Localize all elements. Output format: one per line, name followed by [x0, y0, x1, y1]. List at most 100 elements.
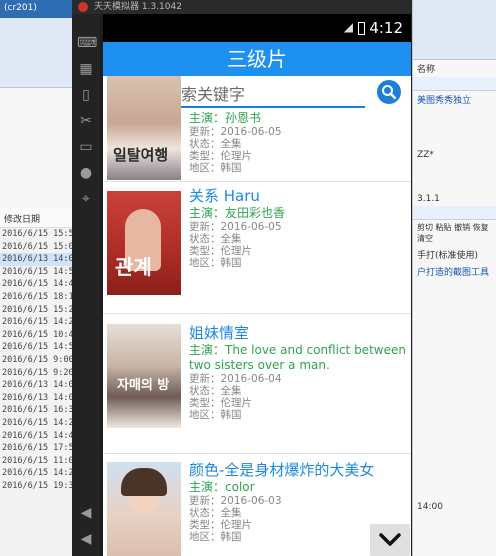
emulator-titlebar: 天天模拟器 1.3.1042 [72, 0, 412, 14]
movie-state: 状态：全集 [189, 385, 242, 397]
background-label: 3.1.1 [417, 194, 440, 204]
date-row: 2016/6/15 15:52 [2, 229, 74, 239]
poster-detail: 자매의 방 [117, 378, 170, 393]
rotate-icon[interactable]: ▯ [77, 86, 95, 104]
movie-title: 颜色-全是身材爆炸的大美女 [189, 461, 375, 479]
location-icon[interactable]: ⌖ [77, 190, 95, 208]
emulator-sidebar: ⌨ ▦ ▯ ✂ ▭ ● ⌖ ◀ ◀ [72, 14, 100, 556]
movie-type: 类型：伦理片 [189, 150, 252, 162]
movie-type: 类型：伦理片 [189, 397, 252, 409]
emulator-logo-icon [78, 2, 88, 12]
date-row: 2016/6/15 9:00 [2, 354, 74, 365]
movie-star-text: 友田彩也香 [225, 206, 286, 220]
date-row: 2016/6/15 19:34 [2, 480, 74, 491]
date-row: 2016/6/15 16:37 [2, 405, 74, 416]
background-window-titlebar: (cr201) [0, 0, 73, 18]
battery-icon [358, 22, 365, 35]
scroll-down-button[interactable] [370, 524, 410, 556]
date-list: 2016/6/15 15:52 2016/6/15 15:02 2016/6/1… [0, 228, 73, 492]
movie-updated: 更新：2016-06-05 [189, 221, 282, 233]
status-bar: ◢ 4:12 [103, 14, 411, 42]
movie-state: 状态：全集 [189, 138, 242, 150]
background-label: 剪切 粘贴 撤销 恢复 清空 [417, 223, 489, 243]
date-row: 2016/6/13 14:00 [0, 253, 74, 266]
movie-star: 主演：The love and conflict between two sis… [183, 343, 407, 373]
background-label: 名称 [417, 65, 436, 75]
movie-region: 地区：韩国 [189, 409, 242, 421]
date-column-header: 修改日期 [0, 208, 73, 228]
movie-info: 关系 Haru 主演：友田彩也香 更新：2016-06-05 状态：全集 类型：… [189, 186, 407, 269]
background-editor-toolbar [413, 0, 496, 60]
date-row: 2016/6/15 14:27 [2, 468, 74, 479]
keymap-icon[interactable]: ▦ [77, 60, 95, 78]
movie-updated: 更新：2016-06-03 [189, 495, 282, 507]
chevron-down-icon [379, 533, 401, 546]
date-row: 2016/6/15 15:28 [2, 304, 74, 315]
movie-star-text: 主演： [189, 111, 226, 125]
background-label: 14:00 [417, 502, 443, 512]
search-button[interactable] [377, 80, 401, 104]
date-row: 2016/6/15 10:45 [2, 329, 74, 340]
date-row: 2016/6/15 9:20 [2, 367, 74, 378]
date-row: 2016/6/15 14:40 [2, 430, 74, 441]
folder-icon[interactable]: ▭ [77, 138, 95, 156]
background-editor-window: 名称 美图秀秀独立 ZZ* 3.1.1 剪切 粘贴 撤销 恢复 清空 手打(标准… [412, 0, 496, 556]
date-row: 2016/6/15 14:52 [2, 266, 74, 277]
date-row: 2016/6/15 14:23 [2, 317, 74, 328]
background-label: 户打造的截图工具 [417, 268, 490, 278]
date-row: 2016/6/13 14:00 [2, 392, 74, 403]
keyboard-icon[interactable]: ⌨ [77, 34, 97, 52]
movie-star-text: 主演： [189, 480, 226, 494]
poster-detail: 관계 [115, 255, 152, 279]
movie-poster [107, 462, 181, 556]
movie-star-text: color [225, 480, 255, 494]
phone-screen: ◢ 4:12 三级片 일탈여행 主演：孙恩书 更新：2016-06-05 状态：… [103, 14, 411, 556]
status-time: 4:12 [369, 19, 403, 37]
movie-updated: 更新：2016-06-04 [189, 373, 282, 385]
background-label: 手打(标准使用) [417, 251, 479, 261]
search-icon [382, 85, 397, 100]
movie-state: 状态：全集 [189, 507, 242, 519]
movie-item[interactable]: 일탈여행 主演：孙恩书 更新：2016-06-05 状态：全集 类型：伦理片 地… [103, 76, 411, 182]
movie-item[interactable]: 자매의 방 姐妹情室 主演：The love and conflict betw… [103, 314, 411, 454]
date-row: 2016/6/15 14:53 [2, 342, 74, 353]
date-row: 2016/6/15 17:51 [2, 443, 74, 454]
movie-poster: 관계 [107, 191, 181, 295]
movie-updated: 更新：2016-06-05 [189, 126, 282, 138]
movie-type: 类型：伦理片 [189, 245, 252, 257]
movie-title: 姐妹情室 [189, 324, 250, 342]
date-row: 2016/6/15 18:13 [2, 291, 74, 302]
movie-star-text: 孙恩书 [225, 111, 262, 125]
movie-poster: 일탈여행 [107, 76, 181, 180]
date-row: 2016/6/13 14:00 [2, 380, 74, 391]
movie-star: 主演：孙恩书 [189, 111, 407, 126]
movie-region: 地区：韩国 [189, 162, 242, 174]
movie-title: 关系 Haru [189, 187, 260, 205]
movie-star-text: 主演： [189, 206, 226, 220]
date-row: 2016/6/15 14:40 [2, 279, 74, 290]
movie-poster: 자매의 방 [107, 324, 181, 428]
date-row: 2016/6/15 11:07 [2, 455, 74, 466]
movie-star: 主演：color [189, 480, 407, 495]
apk-install-icon[interactable]: ● [77, 164, 95, 182]
poster-detail [121, 468, 167, 496]
movie-list: 일탈여행 主演：孙恩书 更新：2016-06-05 状态：全集 类型：伦理片 地… [103, 76, 411, 556]
screenshot-icon[interactable]: ✂ [77, 112, 95, 130]
movie-item[interactable]: 관계 关系 Haru 主演：友田彩也香 更新：2016-06-05 状态：全集 … [103, 182, 411, 314]
date-row: 2016/6/15 14:28 [2, 417, 74, 428]
movie-star: 主演：友田彩也香 [189, 206, 407, 221]
background-label: 美图秀秀独立 [417, 96, 472, 106]
movie-region: 地区：韩国 [189, 257, 242, 269]
movie-state: 状态：全集 [189, 233, 242, 245]
background-ribbon [0, 18, 73, 88]
volume-down-icon[interactable]: ◀ [77, 530, 95, 548]
movie-info: 主演：孙恩书 更新：2016-06-05 状态：全集 类型：伦理片 地区：韩国 [189, 111, 407, 174]
emulator-title: 天天模拟器 1.3.1042 [94, 2, 182, 12]
volume-up-icon[interactable]: ◀ [77, 504, 95, 522]
movie-star-text: 主演： [189, 343, 226, 357]
movie-item[interactable]: 颜色-全是身材爆炸的大美女 主演：color 更新：2016-06-03 状态：… [103, 454, 411, 556]
background-file-window: (cr201) 修改日期 2016/6/15 15:52 2016/6/15 1… [0, 0, 74, 556]
background-label: ZZ* [417, 150, 434, 160]
movie-info: 姐妹情室 主演：The love and conflict between tw… [183, 323, 407, 421]
date-row: 2016/6/15 15:02 [2, 241, 74, 252]
